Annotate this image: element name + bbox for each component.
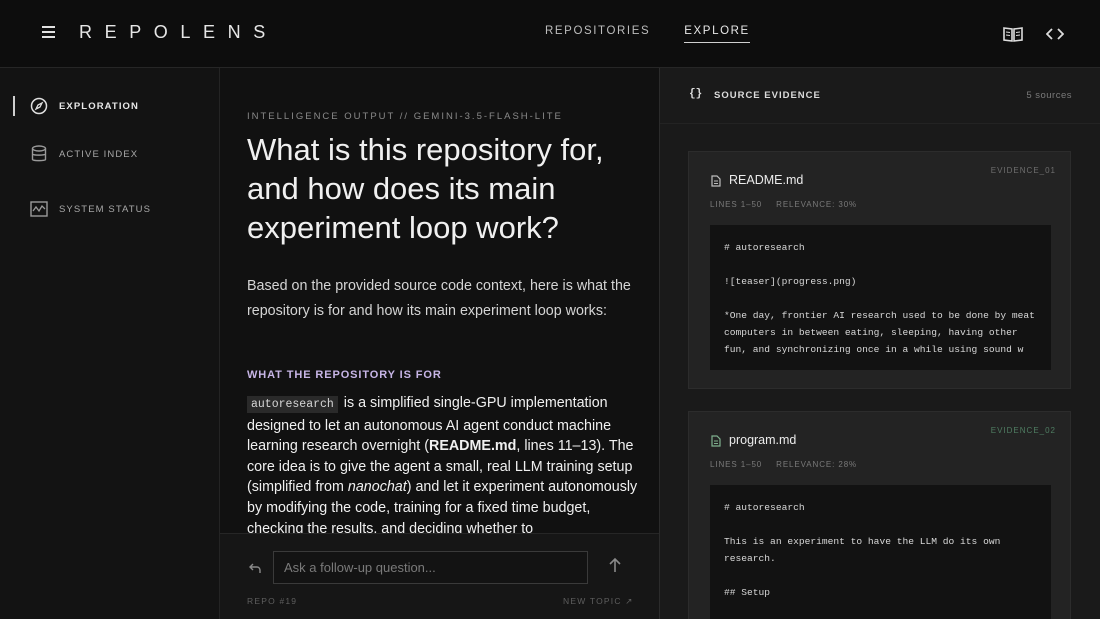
sidebar-item-exploration[interactable]: EXPLORATION — [0, 92, 220, 120]
followup-bar: REPO #19 NEW TOPIC ↗ — [220, 533, 659, 619]
source-count: 5 sources — [1026, 90, 1072, 101]
evidence-card[interactable]: EVIDENCE_01 README.md LINES 1–50 RELEVANC… — [688, 151, 1071, 389]
evidence-lines: LINES 1–50 — [710, 200, 763, 209]
evidence-relevance: RELEVANCE: 30% — [776, 200, 858, 209]
evidence-tag: EVIDENCE_02 — [990, 426, 1056, 435]
database-icon — [30, 145, 48, 163]
top-actions — [1002, 24, 1066, 44]
nav-repositories[interactable]: REPOSITORIES — [545, 25, 650, 43]
send-arrow-icon[interactable] — [607, 556, 623, 574]
activity-icon — [30, 200, 48, 218]
evidence-relevance: RELEVANCE: 28% — [776, 460, 858, 469]
brand-logo[interactable]: REPOLENS — [79, 22, 278, 43]
evidence-lines: LINES 1–50 — [710, 460, 763, 469]
sidebar: EXPLORATION ACTIVE INDEX SYSTEM STATUS — [0, 68, 220, 619]
evidence-meta: LINES 1–50 RELEVANCE: 30% — [710, 200, 857, 209]
question-title: What is this repository for, and how doe… — [247, 132, 604, 245]
inline-code: autoresearch — [247, 396, 338, 413]
code-icon[interactable] — [1044, 24, 1066, 44]
answer-panel: INTELLIGENCE OUTPUT // GEMINI-3.5-FLASH-… — [220, 68, 659, 619]
evidence-file-name: program.md — [729, 433, 797, 447]
new-topic-link[interactable]: NEW TOPIC ↗ — [563, 596, 634, 607]
sidebar-item-system-status[interactable]: SYSTEM STATUS — [0, 195, 220, 223]
menu-icon[interactable] — [42, 26, 58, 40]
braces-icon: {} — [689, 88, 703, 100]
evidence-file-name: README.md — [729, 173, 804, 187]
evidence-tag: EVIDENCE_01 — [990, 166, 1056, 175]
file-reference: README.md — [429, 438, 517, 455]
main-nav: REPOSITORIES EXPLORE — [545, 25, 750, 43]
sidebar-item-active-index[interactable]: ACTIVE INDEX — [0, 140, 220, 168]
sidebar-item-label: ACTIVE INDEX — [59, 148, 139, 160]
project-reference: nanochat — [347, 479, 407, 496]
section-heading: WHAT THE REPOSITORY IS FOR — [247, 369, 442, 381]
evidence-header: {} SOURCE EVIDENCE 5 sources — [660, 68, 1100, 124]
evidence-panel: {} SOURCE EVIDENCE 5 sources EVIDENCE_01… — [660, 68, 1100, 619]
answer-body: autoresearch is a simplified single-GPU … — [247, 393, 642, 539]
evidence-title: SOURCE EVIDENCE — [714, 90, 821, 101]
sidebar-item-label: EXPLORATION — [59, 100, 140, 112]
file-icon — [711, 174, 721, 187]
answer-intro: Based on the provided source code contex… — [247, 278, 631, 319]
file-icon — [711, 434, 721, 447]
followup-input[interactable] — [273, 551, 588, 584]
evidence-code: # autoresearch ![teaser](progress.png) *… — [710, 225, 1051, 370]
nav-explore[interactable]: EXPLORE — [684, 25, 750, 43]
repo-id: REPO #19 — [247, 596, 298, 606]
evidence-code: # autoresearch This is an experiment to … — [710, 485, 1051, 619]
evidence-card[interactable]: EVIDENCE_02 program.md LINES 1–50 RELEVAN… — [688, 411, 1071, 619]
model-tag: INTELLIGENCE OUTPUT // GEMINI-3.5-FLASH-… — [247, 111, 563, 122]
evidence-meta: LINES 1–50 RELEVANCE: 28% — [710, 460, 857, 469]
reply-icon[interactable] — [248, 561, 262, 575]
compass-icon — [30, 97, 48, 115]
sidebar-item-label: SYSTEM STATUS — [59, 203, 152, 215]
book-icon[interactable] — [1002, 24, 1024, 44]
top-bar: REPOLENS REPOSITORIES EXPLORE — [0, 0, 1100, 68]
